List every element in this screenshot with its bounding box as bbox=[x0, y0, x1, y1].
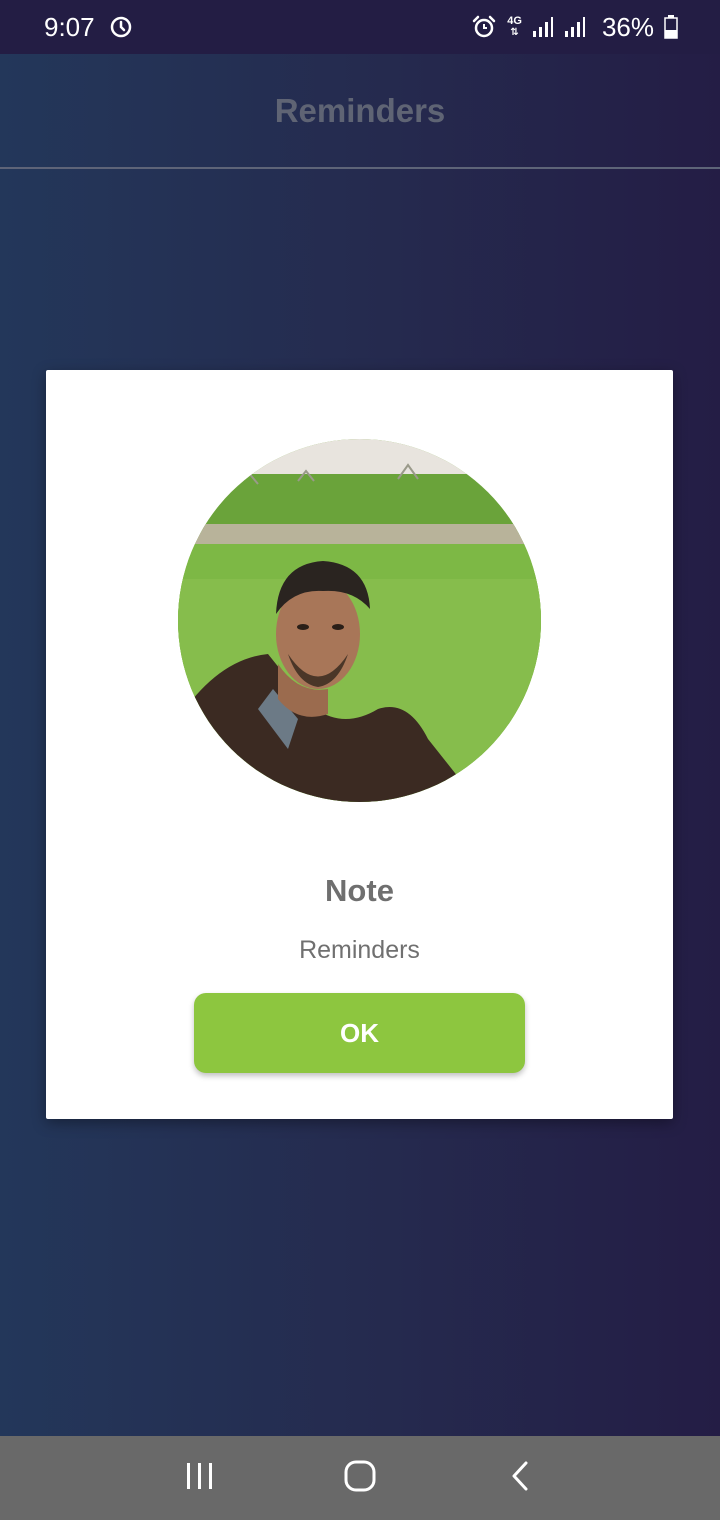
battery-icon bbox=[664, 15, 678, 39]
alarm-clock-icon bbox=[471, 14, 497, 40]
note-dialog: Note Reminders OK bbox=[46, 370, 673, 1119]
back-chevron-icon bbox=[509, 1460, 531, 1497]
page-title: Reminders bbox=[274, 91, 446, 129]
status-bar-right: 4G ⇅ 36% bbox=[471, 12, 678, 43]
dialog-title: Note bbox=[325, 873, 394, 908]
battery-percent: 36% bbox=[601, 11, 654, 42]
network-type-label: 4G bbox=[507, 15, 522, 27]
data-arrows-icon: ⇅ bbox=[510, 27, 519, 38]
recents-button[interactable] bbox=[170, 1448, 230, 1508]
ok-button[interactable]: OK bbox=[194, 993, 525, 1073]
dialog-message: Reminders bbox=[299, 936, 420, 964]
profile-photo bbox=[178, 439, 541, 802]
back-button[interactable] bbox=[490, 1448, 550, 1508]
network-4g-icon: 4G ⇅ bbox=[507, 15, 522, 39]
sync-circle-icon bbox=[109, 15, 133, 39]
system-nav-bar bbox=[0, 1436, 720, 1520]
home-icon bbox=[343, 1459, 377, 1498]
status-bar-left: 9:07 bbox=[44, 12, 133, 43]
status-bar: 9:07 4G ⇅ 36% bbox=[0, 0, 720, 54]
app-bar: Reminders bbox=[0, 54, 720, 169]
home-button[interactable] bbox=[330, 1448, 390, 1508]
signal-bars-icon bbox=[564, 16, 586, 38]
recents-icon bbox=[184, 1461, 216, 1496]
signal-bars-icon bbox=[532, 16, 554, 38]
clock-time: 9:07 bbox=[44, 11, 95, 42]
